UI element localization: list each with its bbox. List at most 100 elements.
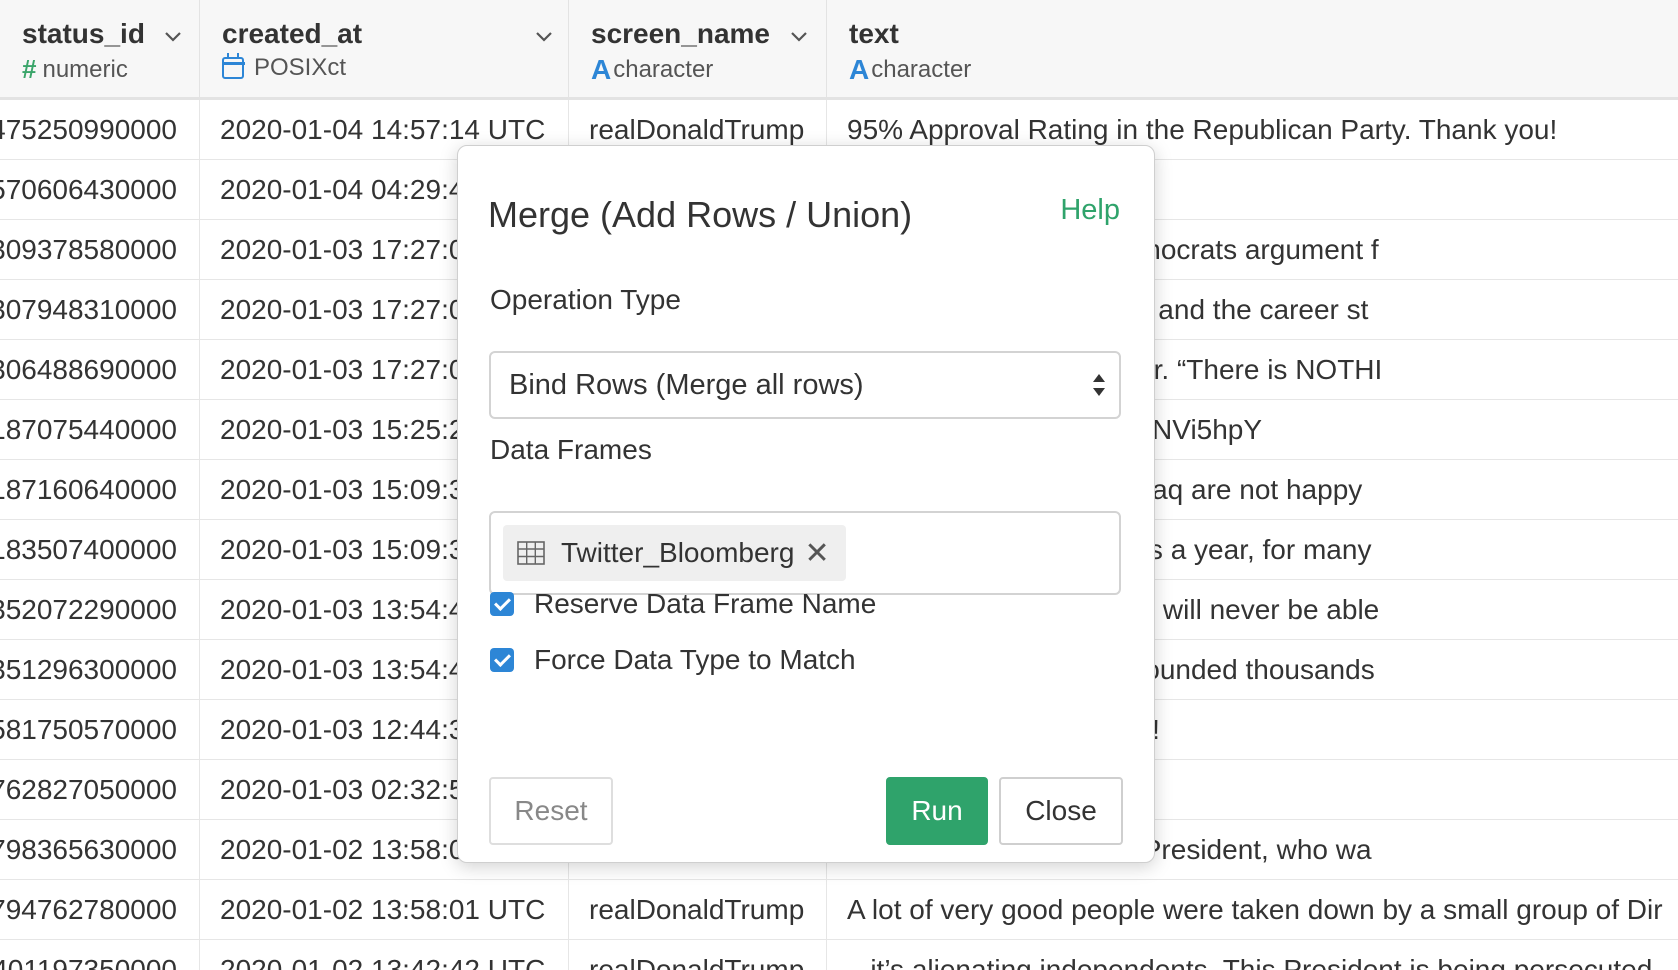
cell-value: 306488690000 [0,354,177,385]
hash-icon: # [22,54,37,84]
column-type: # numeric [22,54,128,85]
reserve-name-checkbox[interactable] [490,592,514,616]
cell-status-id[interactable]: 352072290000 [0,580,200,640]
remove-chip-icon[interactable]: ✕ [804,536,829,571]
force-type-checkbox[interactable] [490,648,514,672]
cell-status-id[interactable]: 798365630000 [0,820,200,880]
cell-status-id[interactable]: 581750570000 [0,700,200,760]
cell-created-at[interactable]: 2020-01-02 13:58:01 UTC [200,880,569,940]
cell-value: 2020-01-03 15:25:2 [220,414,465,445]
chevron-down-icon[interactable] [534,26,554,46]
data-frames-input[interactable]: Twitter_Bloomberg ✕ [489,511,1121,595]
cell-status-id[interactable]: 351296300000 [0,640,200,700]
operation-type-value: Bind Rows (Merge all rows) [509,369,864,401]
cell-value: 187075440000 [0,414,177,445]
merge-dialog: Merge (Add Rows / Union) Help Operation … [457,145,1155,863]
force-type-option[interactable]: Force Data Type to Match [490,644,856,676]
column-name: created_at [222,18,363,49]
cell-value: 2020-01-03 13:54:4 [220,654,465,685]
cell-status-id[interactable]: 306488690000 [0,340,200,400]
cell-value: A lot of very good people were taken dow… [847,894,1663,925]
column-header-screen-name[interactable]: screen_name A character [569,0,827,100]
cell-value: 401197350000 [0,954,177,970]
cell-value: 2020-01-03 17:27:0 [220,354,465,385]
column-name: status_id [22,18,145,49]
close-button[interactable]: Close [999,777,1123,845]
cell-value: 2020-01-04 04:29:4 [220,174,465,205]
cell-value: 2020-01-03 02:32:5 [220,774,465,805]
column-type-label: character [871,56,972,83]
calendar-icon [221,53,245,79]
cell-status-id[interactable]: 570606430000 [0,160,200,220]
column-header-created-at[interactable]: created_at POSIXct [200,0,569,100]
cell-text[interactable]: A lot of very good people were taken dow… [827,880,1678,940]
cell-value: ...it’s alienating independents. This Pr… [847,954,1653,970]
force-type-label: Force Data Type to Match [534,644,856,675]
cell-screen-name[interactable]: realDonaldTrump [569,940,827,970]
cell-value: 570606430000 [0,174,177,205]
cell-value: 2020-01-03 17:27:0 [220,294,465,325]
cell-status-id[interactable]: 475250990000 [0,100,200,160]
column-name: text [849,18,899,49]
reset-button[interactable]: Reset [489,777,613,845]
cell-value: 2020-01-03 15:09:3 [220,534,465,565]
cell-created-at[interactable]: 2020-01-02 13:42:42 UTC [200,940,569,970]
data-frame-chip[interactable]: Twitter_Bloomberg ✕ [503,525,846,581]
cell-status-id[interactable]: 794762780000 [0,880,200,940]
cell-status-id[interactable]: 401197350000 [0,940,200,970]
cell-screen-name[interactable]: realDonaldTrump [569,880,827,940]
cell-value: realDonaldTrump [589,954,805,970]
cell-value: 475250990000 [0,114,177,145]
cell-status-id[interactable]: 187160640000 [0,460,200,520]
cell-value: 2020-01-03 13:54:4 [220,594,465,625]
cell-text[interactable]: ...it’s alienating independents. This Pr… [827,940,1678,970]
character-a-icon: A [849,54,870,85]
cell-status-id[interactable]: 762827050000 [0,760,200,820]
cell-value: 2020-01-03 15:09:3 [220,474,465,505]
cell-value: 2020-01-02 13:42:42 UTC [220,954,546,970]
cell-value: 187160640000 [0,474,177,505]
column-type-label: POSIXct [254,54,347,81]
cell-value: 2020-01-03 17:27:0 [220,234,465,265]
cell-status-id[interactable]: 309378580000 [0,220,200,280]
data-frame-chip-label: Twitter_Bloomberg [561,537,795,568]
cell-value: 794762780000 [0,894,177,925]
grid-header: status_id # numeric created_at POSIXct s… [0,0,1678,100]
column-type: POSIXct [221,53,347,82]
cell-value: 307948310000 [0,294,177,325]
cell-value: 2020-01-02 13:58:0 [220,834,465,865]
column-type-label: numeric [42,55,128,83]
cell-value: 309378580000 [0,234,177,265]
column-header-text[interactable]: text A character [827,0,1678,100]
reserve-name-option[interactable]: Reserve Data Frame Name [490,588,876,620]
reserve-name-label: Reserve Data Frame Name [534,588,877,619]
run-button[interactable]: Run [886,777,988,845]
cell-status-id[interactable]: 307948310000 [0,280,200,340]
select-arrows-icon [1093,374,1105,396]
help-link[interactable]: Help [1060,194,1120,227]
chevron-down-icon[interactable] [163,26,183,46]
cell-status-id[interactable]: 187075440000 [0,400,200,460]
dialog-title: Merge (Add Rows / Union) [488,194,913,235]
table-row[interactable]: 794762780000 2020-01-02 13:58:01 UTC realD… [0,880,1678,940]
column-type: A character [849,54,971,86]
column-type: A character [591,54,713,86]
cell-value: 2020-01-03 12:44:3 [220,714,465,745]
cell-value: realDonaldTrump [589,114,805,145]
operation-type-select[interactable]: Bind Rows (Merge all rows) [489,351,1121,419]
cell-value: 798365630000 [0,834,177,865]
chevron-down-icon[interactable] [789,26,809,46]
cell-status-id[interactable]: 183507400000 [0,520,200,580]
cell-value: 183507400000 [0,534,177,565]
column-type-label: character [613,56,714,83]
table-row[interactable]: 401197350000 2020-01-02 13:42:42 UTC realD… [0,940,1678,970]
column-name: screen_name [591,18,771,49]
cell-value: 2020-01-04 14:57:14 UTC [220,114,546,145]
character-a-icon: A [591,54,612,85]
operation-type-label: Operation Type [490,284,681,315]
column-header-status-id[interactable]: status_id # numeric [0,0,200,100]
cell-value: 351296300000 [0,654,177,685]
cell-value: 581750570000 [0,714,177,745]
cell-value: 2020-01-02 13:58:01 UTC [220,894,546,925]
cell-value: 95% Approval Rating in the Republican Pa… [847,114,1558,145]
